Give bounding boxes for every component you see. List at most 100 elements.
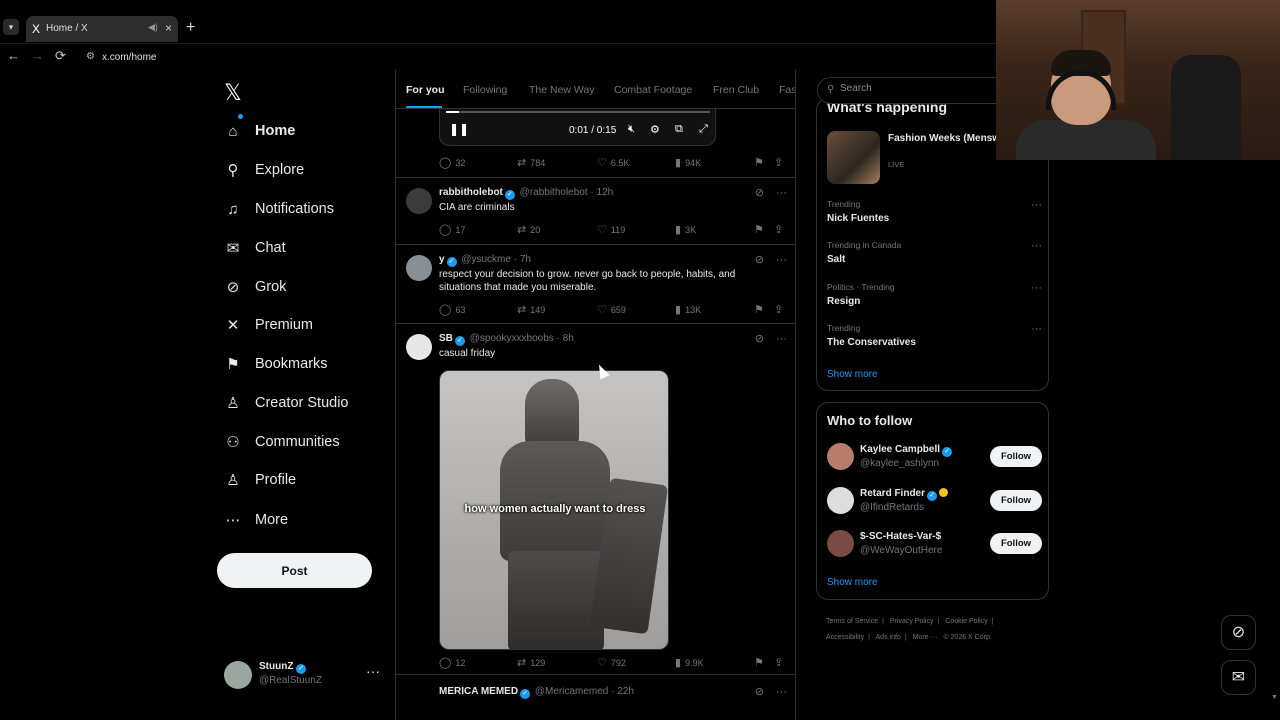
more-icon[interactable]: ··· — [1031, 282, 1042, 294]
tab-combat-footage[interactable]: Combat Footage — [614, 84, 692, 96]
tweet[interactable]: rabbitholebot ✓ @rabbitholebot · 12h ⊘ ···… — [396, 178, 795, 244]
avatar[interactable] — [827, 487, 854, 514]
nav-home[interactable]: ⌂ Home — [224, 114, 295, 146]
grok-icon[interactable]: ⊘ — [755, 686, 764, 698]
like-button[interactable]: ♡ 6.5K — [597, 156, 629, 169]
trend-item[interactable]: Trending Nick Fuentes ··· — [827, 199, 1042, 229]
share-button[interactable]: ⇪ — [774, 656, 787, 669]
nav-grok[interactable]: ⊘ Grok — [224, 272, 287, 302]
x-logo-icon[interactable]: 𝕏 — [224, 80, 242, 106]
nav-communities[interactable]: ⚇ Communities — [224, 427, 339, 457]
like-button[interactable]: ♡ 792 — [597, 656, 626, 669]
more-icon[interactable]: ··· — [776, 187, 787, 199]
follow-button[interactable]: Follow — [990, 533, 1042, 554]
site-info-icon[interactable]: ⚙ — [86, 51, 95, 62]
more-icon[interactable]: ··· — [1031, 199, 1042, 211]
like-button[interactable]: ♡ 119 — [597, 223, 625, 236]
url-text[interactable]: x.com/home — [102, 52, 156, 63]
more-icon[interactable]: ··· — [1031, 323, 1042, 335]
author-handle[interactable]: @spookyxxxboobs · 8h — [470, 333, 574, 344]
nav-more[interactable]: ⋯ More — [224, 505, 289, 535]
grok-icon[interactable]: ⊘ — [755, 187, 764, 199]
show-more-link[interactable]: Show more — [827, 369, 878, 380]
more-icon[interactable]: ··· — [776, 333, 787, 345]
trend-thumbnail[interactable] — [827, 131, 880, 184]
tweet-image[interactable]: how women actually want to dress — [439, 370, 669, 650]
reply-button[interactable]: ◯ 17 — [439, 223, 465, 236]
repost-button[interactable]: ⇄ 20 — [517, 223, 540, 236]
tab-for-you[interactable]: For you — [406, 84, 445, 96]
nav-explore[interactable]: ⚲ Explore — [224, 155, 305, 185]
video-progress-bar[interactable] — [446, 111, 710, 113]
nav-premium[interactable]: ✕ Premium — [224, 310, 313, 340]
tab-audio-icon[interactable]: ◀) — [148, 22, 158, 33]
tab-the-new-way[interactable]: The New Way — [529, 84, 595, 96]
nav-chat[interactable]: ✉ Chat — [224, 233, 286, 263]
views-button[interactable]: ▮ 3K — [675, 223, 696, 236]
avatar[interactable] — [406, 188, 432, 214]
tab-following[interactable]: Following — [463, 84, 507, 96]
repost-button[interactable]: ⇄ 129 — [517, 656, 545, 669]
ads-info-link[interactable]: Ads info — [876, 634, 901, 641]
author-name[interactable]: rabbitholebot — [439, 187, 503, 198]
mute-icon[interactable]: 🔇︎ — [628, 123, 635, 136]
new-tab-button[interactable]: + — [186, 19, 195, 37]
privacy-link[interactable]: Privacy Policy — [890, 618, 934, 625]
bookmark-button[interactable]: ⚑ — [754, 156, 768, 169]
bookmark-button[interactable]: ⚑ — [754, 223, 768, 236]
views-button[interactable]: ▮ 13K — [675, 303, 701, 316]
nav-creator-studio[interactable]: ♙ Creator Studio — [224, 388, 348, 418]
trend-item[interactable]: Trending in Canada Salt ··· — [827, 240, 1042, 270]
trend-item[interactable]: Trending The Conservatives ··· — [827, 323, 1042, 353]
tab-fas[interactable]: Fas — [779, 84, 795, 96]
grok-icon[interactable]: ⊘ — [755, 254, 764, 266]
reply-button[interactable]: ◯ 12 — [439, 656, 465, 669]
messages-floating-button[interactable]: ✉ — [1221, 660, 1256, 695]
scroll-down-arrow-icon[interactable]: ▼ — [1271, 694, 1278, 701]
avatar[interactable] — [827, 530, 854, 557]
accessibility-link[interactable]: Accessibility — [826, 634, 864, 641]
share-button[interactable]: ⇪ — [774, 223, 787, 236]
nav-notifications[interactable]: ♫ Notifications — [224, 194, 334, 224]
follow-button[interactable]: Follow — [990, 490, 1042, 511]
avatar[interactable] — [406, 334, 432, 360]
repost-button[interactable]: ⇄ 149 — [517, 303, 545, 316]
show-more-link[interactable]: Show more — [827, 577, 878, 588]
follow-suggestion[interactable]: $-SC-Hates-Var-$ @WeWayOutHere Follow — [827, 530, 1042, 560]
grok-icon[interactable]: ⊘ — [755, 333, 764, 345]
cookie-link[interactable]: Cookie Policy — [945, 618, 987, 625]
views-button[interactable]: ▮ 9.9K — [675, 656, 704, 669]
follow-suggestion[interactable]: Retard Finder ✓ @IfindRetards Follow — [827, 487, 1042, 517]
forward-arrow-icon[interactable]: → — [31, 48, 44, 63]
tab-fren-club[interactable]: Fren Club — [713, 84, 759, 96]
avatar[interactable] — [827, 443, 854, 470]
more-icon[interactable]: ··· — [776, 686, 787, 698]
more-icon[interactable]: ··· — [366, 663, 380, 679]
author-name[interactable]: SB — [439, 333, 453, 344]
more-icon[interactable]: ··· — [776, 254, 787, 266]
author-name[interactable]: MERICA MEMED — [439, 686, 518, 697]
reply-button[interactable]: ◯ 32 — [439, 156, 465, 169]
follow-button[interactable]: Follow — [990, 446, 1042, 467]
grok-floating-button[interactable]: ⊘ — [1221, 615, 1256, 650]
follow-suggestion[interactable]: Kaylee Campbell ✓ @kaylee_ashlynn Follow — [827, 443, 1042, 473]
tab-search-dropdown-icon[interactable]: ▾ — [3, 19, 19, 35]
post-button[interactable]: Post — [217, 553, 372, 588]
nav-profile[interactable]: ♙ Profile — [224, 465, 296, 495]
views-button[interactable]: ▮ 94K — [675, 156, 701, 169]
tweet[interactable]: SB ✓ @spookyxxxboobs · 8h ⊘ ··· casual fri… — [396, 324, 795, 674]
account-switcher[interactable]: StuunZ ✓ @RealStuunZ ··· — [224, 658, 400, 692]
avatar[interactable] — [406, 255, 432, 281]
author-handle[interactable]: @rabbitholebot · 12h — [520, 187, 614, 198]
bookmark-button[interactable]: ⚑ — [754, 656, 768, 669]
settings-gear-icon[interactable]: ⚙ — [650, 123, 660, 136]
bookmark-button[interactable]: ⚑ — [754, 303, 768, 316]
author-handle[interactable]: @Mericamemed · 22h — [535, 686, 634, 697]
trend-item[interactable]: Politics · Trending Resign ··· — [827, 282, 1042, 312]
terms-link[interactable]: Terms of Service — [826, 618, 878, 625]
more-icon[interactable]: ··· — [1031, 240, 1042, 252]
pip-icon[interactable]: ⧉ — [675, 123, 683, 136]
tab-close-icon[interactable]: × — [165, 21, 172, 35]
reply-button[interactable]: ◯ 63 — [439, 303, 465, 316]
reload-icon[interactable]: ⟳ — [55, 48, 66, 64]
